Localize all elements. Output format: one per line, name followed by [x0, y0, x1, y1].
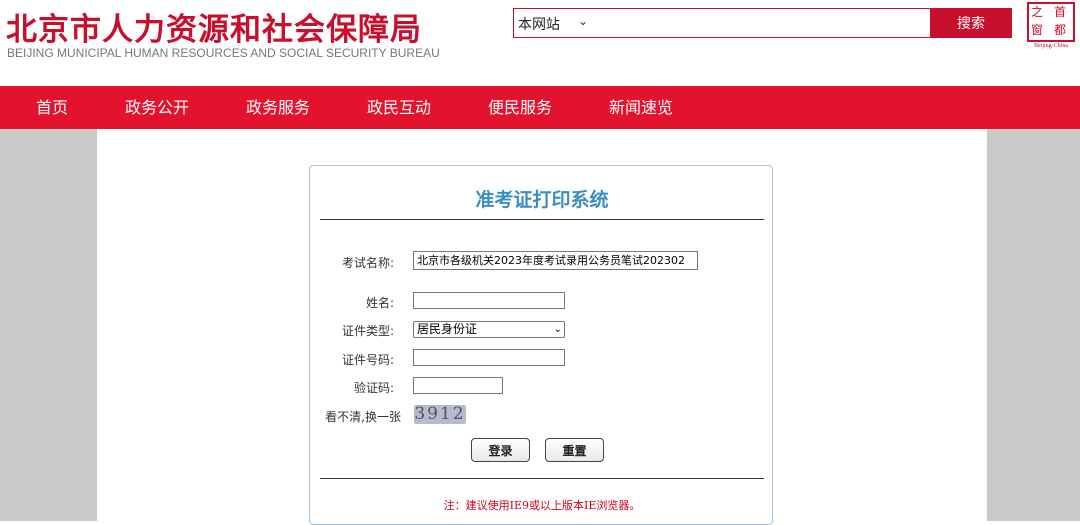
captcha-input[interactable] — [413, 377, 503, 394]
exam-name-field[interactable]: 北京市各级机关2023年度考试录用公务员笔试202302 — [413, 251, 698, 270]
search-box[interactable]: 本网站 ⌄ — [513, 8, 930, 38]
id-type-label: 证件类型: — [341, 324, 394, 338]
seal-char: 窗 — [1031, 23, 1044, 37]
nav-item-news[interactable]: 新闻速览 — [609, 86, 673, 129]
nav-item-home[interactable]: 首页 — [36, 86, 68, 129]
seal-char: 都 — [1054, 23, 1067, 37]
main-nav: 首页 政务公开 政务服务 政民互动 便民服务 新闻速览 — [0, 86, 1080, 129]
divider — [320, 219, 764, 220]
captcha-label: 验证码: — [353, 381, 394, 395]
nav-item-government-services[interactable]: 政务服务 — [246, 86, 310, 129]
site-title: 北京市人力资源和社会保障局 — [6, 12, 422, 48]
panel-title: 准考证打印系统 — [475, 189, 609, 211]
login-button[interactable]: 登录 — [471, 438, 530, 462]
id-type-select[interactable]: 居民身份证 ⌄ — [413, 321, 565, 338]
admission-ticket-panel: 准考证打印系统 考试名称: 北京市各级机关2023年度考试录用公务员笔试2023… — [309, 165, 773, 525]
site-subtitle: BEIJING MUNICIPAL HUMAN RESOURCES AND SO… — [7, 46, 440, 60]
nav-item-government-affairs-disclosure[interactable]: 政务公开 — [125, 86, 189, 129]
capital-window-seal-logo[interactable]: 之 首 窗 都 Beijing-China — [1027, 2, 1075, 52]
id-type-selected-value: 居民身份证 — [417, 322, 478, 336]
divider — [320, 478, 764, 479]
chevron-down-icon: ⌄ — [553, 324, 562, 335]
captcha-image[interactable]: 3912 — [414, 405, 466, 424]
seal-caption: Beijing-China — [1034, 43, 1068, 49]
refresh-captcha-link[interactable]: 看不清,换一张 — [325, 408, 401, 425]
browser-note: 注：建议使用IE9或以上版本IE浏览器。 — [443, 499, 641, 512]
name-input[interactable] — [413, 292, 565, 309]
name-label: 姓名: — [365, 296, 394, 310]
nav-item-public-interaction[interactable]: 政民互动 — [367, 86, 431, 129]
search-button[interactable]: 搜索 — [930, 8, 1012, 38]
nav-item-convenience-services[interactable]: 便民服务 — [488, 86, 552, 129]
id-number-label: 证件号码: — [341, 353, 394, 367]
exam-name-label: 考试名称: — [341, 256, 394, 270]
site-header: 北京市人力资源和社会保障局 BEIJING MUNICIPAL HUMAN RE… — [0, 0, 1080, 86]
chevron-down-icon: ⌄ — [578, 14, 589, 28]
search-scope-select[interactable]: 本网站 — [518, 14, 560, 34]
seal-char: 首 — [1054, 5, 1067, 19]
id-number-input[interactable] — [413, 349, 565, 366]
seal-char: 之 — [1031, 5, 1044, 19]
reset-button[interactable]: 重置 — [545, 438, 604, 462]
